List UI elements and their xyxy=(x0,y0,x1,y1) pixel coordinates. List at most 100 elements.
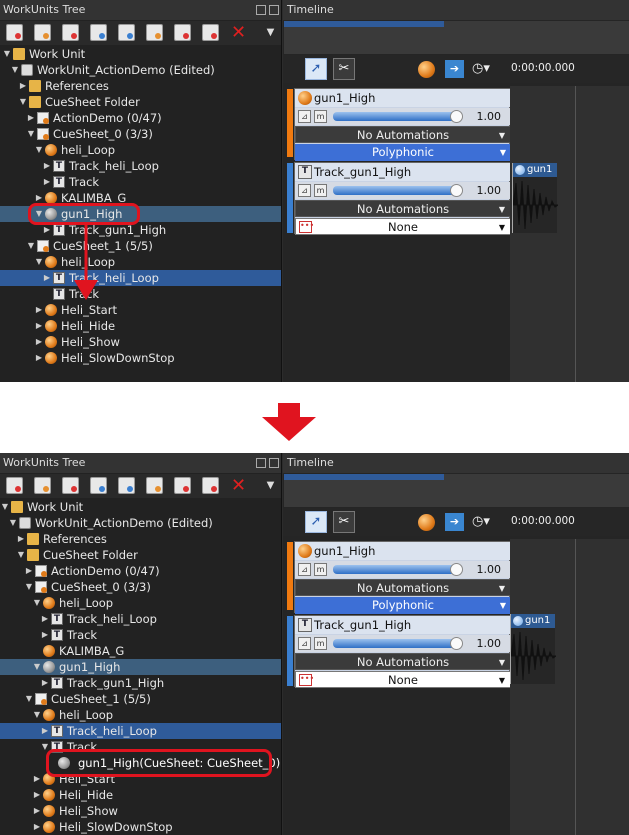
new-material-icon[interactable] xyxy=(90,477,107,494)
waveform-clip[interactable]: gun1 xyxy=(510,614,556,684)
timeline-overview-strip xyxy=(284,21,629,54)
collapse-arrow-icon[interactable]: ▼ xyxy=(32,707,42,723)
automation-dropdown[interactable]: No Automations ▼ xyxy=(295,579,511,596)
close-window-icon[interactable] xyxy=(269,458,279,468)
collapse-arrow-icon[interactable]: ▼ xyxy=(16,547,26,563)
collapse-arrow-icon[interactable]: ▼ xyxy=(8,515,18,531)
mute-icon[interactable]: m xyxy=(314,184,327,197)
mode-value: None xyxy=(387,673,418,687)
new-track-icon[interactable] xyxy=(62,477,79,494)
expand-arrow-icon[interactable]: ▶ xyxy=(32,787,42,803)
timeline-lane[interactable] xyxy=(510,539,629,835)
expand-arrow-icon[interactable]: ▶ xyxy=(16,531,26,547)
volume-slider[interactable] xyxy=(333,639,460,648)
collapse-arrow-icon[interactable]: ▼ xyxy=(32,595,42,611)
tree-row[interactable]: KALIMBA_G xyxy=(0,643,281,659)
expand-arrow-icon[interactable]: ▶ xyxy=(32,771,42,787)
envelope-icon[interactable]: ⊿ xyxy=(298,184,311,197)
cue-icon xyxy=(43,821,55,833)
new-cue-icon[interactable] xyxy=(34,477,51,494)
tree-row[interactable]: ▼ heli_Loop xyxy=(0,707,281,723)
menu-dropdown-icon[interactable]: ▼ xyxy=(262,477,279,494)
cuesheet-icon xyxy=(35,581,47,593)
volume-knob[interactable] xyxy=(450,184,463,197)
float-window-icon[interactable] xyxy=(256,458,266,468)
volume-knob[interactable] xyxy=(450,110,463,123)
mute-icon[interactable]: m xyxy=(314,110,327,123)
expand-arrow-icon[interactable]: ▶ xyxy=(24,563,34,579)
expand-arrow-icon[interactable]: ▶ xyxy=(40,611,50,627)
envelope-icon[interactable]: ⊿ xyxy=(298,110,311,123)
tree-row[interactable]: ▶ Heli_Show xyxy=(0,803,281,819)
new-workunit-icon[interactable] xyxy=(118,477,135,494)
mode-dropdown[interactable]: ••• None ▼ xyxy=(295,671,511,688)
tree-row[interactable]: ▼ gun1_High xyxy=(0,659,281,675)
tree-row[interactable]: ▼ WorkUnit_ActionDemo (Edited) xyxy=(0,515,281,531)
cue-orb-icon[interactable] xyxy=(418,514,435,531)
collapse-arrow-icon[interactable]: ▼ xyxy=(24,691,34,707)
collapse-arrow-icon[interactable]: ▼ xyxy=(32,659,42,675)
expand-arrow-icon[interactable]: ▶ xyxy=(40,627,50,643)
waveform-clip[interactable]: gun1 xyxy=(512,163,558,233)
tree-row[interactable]: ▶ References xyxy=(0,531,281,547)
tree-row[interactable]: ▶ T Track_gun1_High xyxy=(0,675,281,691)
polyphonic-dropdown[interactable]: Polyphonic ▼ xyxy=(295,597,511,614)
tree-row[interactable]: ▶ T Track_heli_Loop xyxy=(0,723,281,739)
cut-tool-icon[interactable]: ✂ xyxy=(333,511,355,533)
polyphonic-dropdown[interactable]: Polyphonic ▼ xyxy=(295,144,511,161)
tree-row[interactable]: ▼ heli_Loop xyxy=(0,595,281,611)
timeline-lane[interactable] xyxy=(510,86,629,382)
cue-orb-icon[interactable] xyxy=(418,61,435,78)
expand-arrow-icon[interactable]: ▶ xyxy=(32,803,42,819)
tree-row[interactable]: ▼ CueSheet Folder xyxy=(0,547,281,563)
snap-icon[interactable]: ➔ xyxy=(445,513,464,531)
track-icon: T xyxy=(51,725,63,737)
automation-dropdown[interactable]: No Automations ▼ xyxy=(295,653,511,670)
volume-knob[interactable] xyxy=(450,637,463,650)
tree-toolbar: ✕ ▼ xyxy=(0,474,281,498)
expand-arrow-icon[interactable]: ▶ xyxy=(32,819,42,835)
envelope-icon[interactable]: ⊿ xyxy=(298,637,311,650)
mode-dropdown[interactable]: ••• None ▼ xyxy=(295,218,511,235)
clock-dropdown-icon[interactable]: ◷▾ xyxy=(472,60,498,78)
automation-dropdown[interactable]: No Automations ▼ xyxy=(295,126,511,143)
envelope-icon[interactable]: ⊿ xyxy=(298,563,311,576)
select-tool-icon[interactable]: ➚ xyxy=(305,58,327,80)
highlight-box xyxy=(46,749,272,777)
tree-row[interactable]: ▼ CueSheet_0 (3/3) xyxy=(0,579,281,595)
tree-row-label: Work Unit xyxy=(27,500,84,514)
cut-tool-icon[interactable]: ✂ xyxy=(333,58,355,80)
mode-icon: ••• xyxy=(299,221,314,233)
cue-color-bar xyxy=(287,542,293,610)
new-aisac-icon[interactable] xyxy=(146,477,163,494)
tree-row[interactable]: ▼ CueSheet_1 (5/5) xyxy=(0,691,281,707)
tree-row[interactable]: ▶ ActionDemo (0/47) xyxy=(0,563,281,579)
new-category-icon[interactable] xyxy=(174,477,191,494)
automation-dropdown[interactable]: No Automations ▼ xyxy=(295,200,511,217)
collapse-arrow-icon[interactable]: ▼ xyxy=(0,499,10,515)
track-volume-row: ⊿ m 1.00 xyxy=(295,182,511,199)
tree-row[interactable]: ▶ T Track xyxy=(0,627,281,643)
collapse-arrow-icon[interactable]: ▼ xyxy=(24,579,34,595)
volume-knob[interactable] xyxy=(450,563,463,576)
mute-icon[interactable]: m xyxy=(314,637,327,650)
mute-icon[interactable]: m xyxy=(314,563,327,576)
select-tool-icon[interactable]: ➚ xyxy=(305,511,327,533)
tree-row[interactable]: ▼ Work Unit xyxy=(0,499,281,515)
waveform-label: gun1 xyxy=(511,614,555,628)
expand-arrow-icon[interactable]: ▶ xyxy=(40,675,50,691)
waveform-label: gun1 xyxy=(513,163,557,177)
tree-row[interactable]: ▶ Heli_Hide xyxy=(0,787,281,803)
delete-icon[interactable]: ✕ xyxy=(230,477,247,495)
automation-value: No Automations xyxy=(356,128,450,142)
tree-row[interactable]: ▶ Heli_SlowDownStop xyxy=(0,819,281,835)
new-cue-sheet-icon[interactable] xyxy=(6,477,23,494)
volume-slider[interactable] xyxy=(333,186,460,195)
volume-slider[interactable] xyxy=(333,112,460,121)
expand-arrow-icon[interactable]: ▶ xyxy=(40,723,50,739)
tree-row[interactable]: ▶ T Track_heli_Loop xyxy=(0,611,281,627)
volume-slider[interactable] xyxy=(333,565,460,574)
snap-icon[interactable]: ➔ xyxy=(445,60,464,78)
clock-dropdown-icon[interactable]: ◷▾ xyxy=(472,513,498,531)
new-action-icon[interactable] xyxy=(202,477,219,494)
